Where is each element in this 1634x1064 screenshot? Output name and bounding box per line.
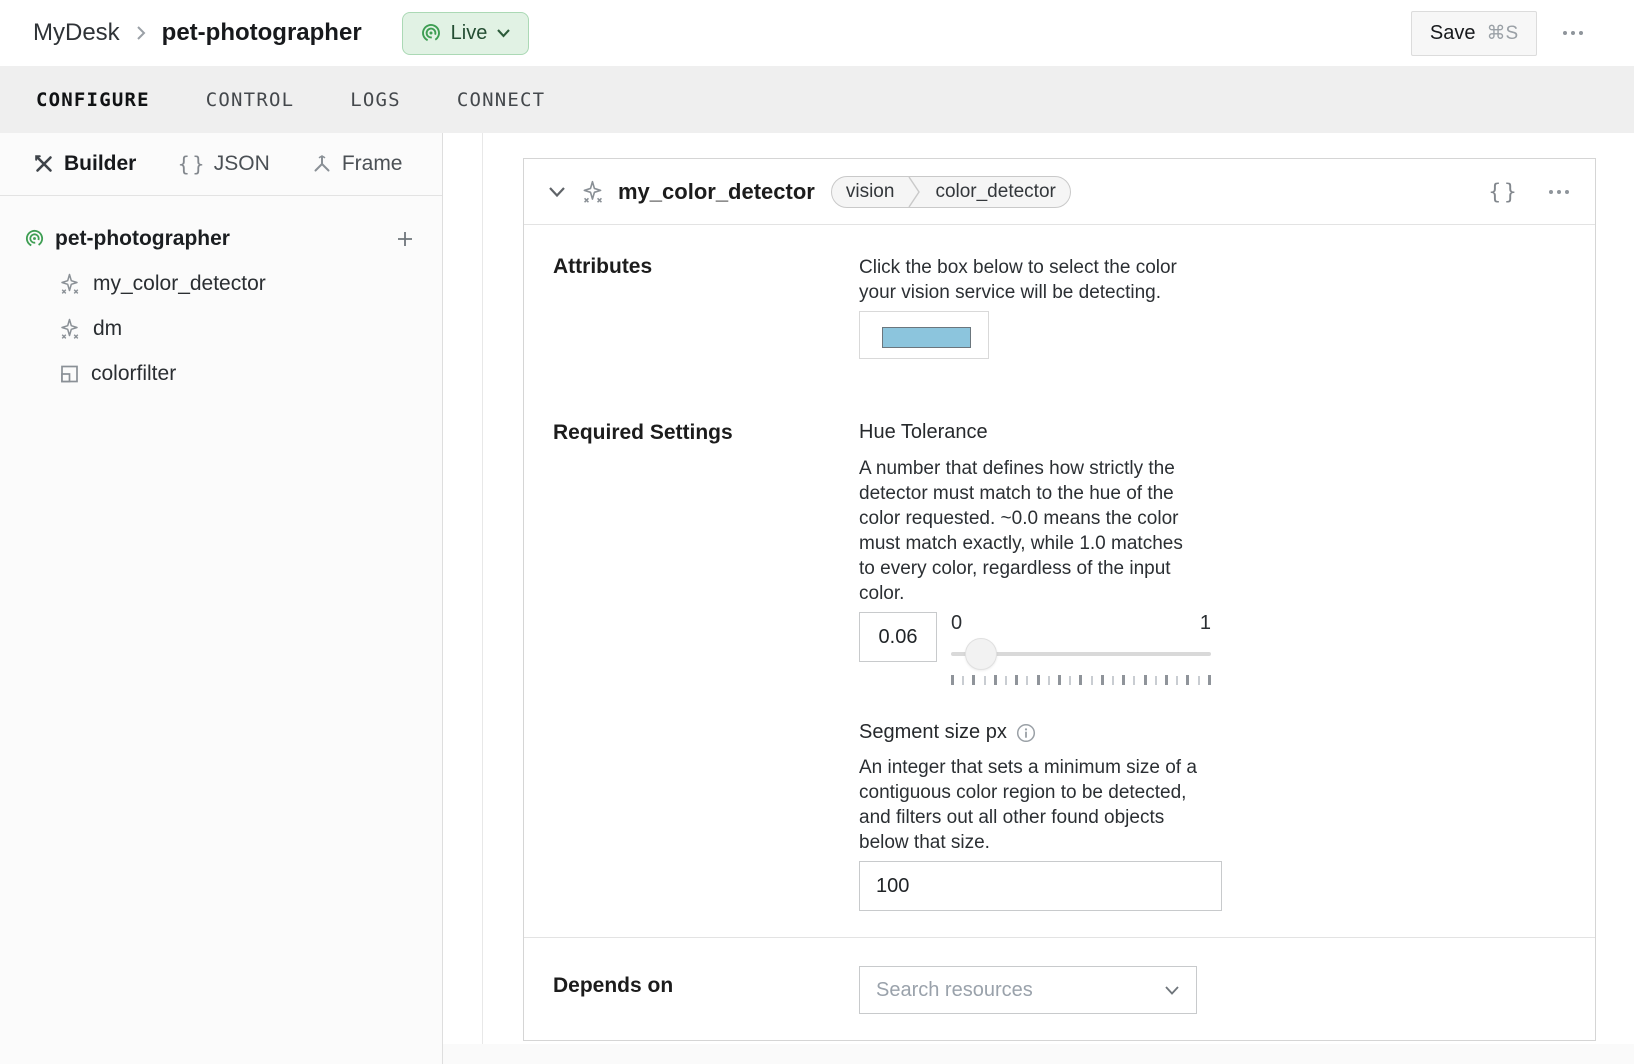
resource-type-badge: vision color_detector: [831, 176, 1071, 208]
hue-tolerance-slider: 0 1: [951, 612, 1211, 685]
main-scroll-area: my_color_detector vision color_detector …: [443, 133, 1634, 1064]
top-bar: MyDesk pet-photographer Live Save: [0, 0, 1634, 66]
attributes-description: Click the box below to select the color …: [859, 255, 1244, 305]
content-area: Builder { } JSON Frame: [0, 133, 1634, 1064]
card-header-actions: { }: [1488, 180, 1571, 204]
sidebar: Builder { } JSON Frame: [0, 133, 443, 1064]
info-icon[interactable]: [1016, 723, 1036, 743]
attributes-section: Attributes Click the box below to select…: [524, 225, 1595, 359]
view-tab-label: Builder: [64, 152, 136, 176]
save-label: Save: [1430, 22, 1476, 45]
segment-size-description: An integer that sets a minimum size of a…: [859, 755, 1244, 855]
depends-on-select[interactable]: Search resources: [859, 966, 1197, 1014]
selected-color-swatch: [882, 327, 971, 348]
segment-size-input[interactable]: [859, 861, 1222, 911]
slider-ticks: [951, 675, 1211, 685]
resource-card-my-color-detector: my_color_detector vision color_detector …: [523, 158, 1596, 1041]
slider-min-label: 0: [951, 612, 962, 637]
badge-model: color_detector: [921, 181, 1069, 203]
tab-connect[interactable]: CONNECT: [457, 89, 545, 111]
required-settings-section: Required Settings Hue Tolerance A number…: [524, 359, 1595, 911]
view-tab-frame[interactable]: Frame: [311, 152, 403, 176]
live-status-dropdown[interactable]: Live: [402, 12, 530, 55]
save-shortcut: ⌘S: [1486, 22, 1518, 45]
slider-range-labels: 0 1: [951, 612, 1211, 637]
sparkle-icon: [58, 317, 82, 341]
card-header: my_color_detector vision color_detector …: [524, 159, 1595, 225]
resource-tree: pet-photographer my_color_detector: [0, 196, 442, 396]
hue-tolerance-control: 0 1: [859, 612, 1595, 685]
tree-item-my-color-detector[interactable]: my_color_detector: [0, 261, 442, 306]
more-options-icon[interactable]: [1561, 25, 1585, 41]
depends-on-heading: Depends on: [553, 974, 859, 1014]
config-view-switcher: Builder { } JSON Frame: [0, 133, 442, 196]
tree-root-machine[interactable]: pet-photographer: [0, 216, 442, 261]
sparkle-icon: [58, 272, 82, 296]
tab-configure[interactable]: CONFIGURE: [36, 89, 150, 111]
hue-tolerance-label: Hue Tolerance: [859, 421, 1595, 444]
collapse-chevron-icon[interactable]: [548, 186, 566, 198]
color-picker-box[interactable]: [859, 311, 989, 359]
resource-title: my_color_detector: [618, 179, 815, 205]
live-label: Live: [451, 22, 488, 45]
tree-root-name: pet-photographer: [55, 227, 230, 251]
attributes-heading: Attributes: [553, 255, 859, 359]
segment-size-label: Segment size px: [859, 721, 1007, 744]
card-more-options-icon[interactable]: [1547, 184, 1571, 200]
required-settings-heading: Required Settings: [553, 421, 859, 911]
tab-logs[interactable]: LOGS: [350, 89, 401, 111]
save-button[interactable]: Save ⌘S: [1411, 11, 1537, 56]
machine-name: pet-photographer: [162, 19, 362, 47]
sparkle-icon: [580, 179, 606, 205]
hue-tolerance-input[interactable]: [859, 612, 937, 662]
depends-on-placeholder: Search resources: [876, 979, 1164, 1002]
tree-item-label: colorfilter: [91, 362, 176, 386]
live-icon: [420, 22, 442, 44]
hue-tolerance-description: A number that defines how strictly the d…: [859, 456, 1244, 606]
breadcrumb: MyDesk pet-photographer: [33, 19, 362, 47]
view-tab-label: JSON: [214, 152, 270, 176]
view-tab-builder[interactable]: Builder: [33, 152, 136, 176]
topbar-actions: Save ⌘S: [1411, 0, 1585, 66]
breadcrumb-root-link[interactable]: MyDesk: [33, 19, 120, 47]
slider-handle[interactable]: [965, 638, 997, 670]
tree-item-label: my_color_detector: [93, 272, 266, 296]
tools-icon: [33, 153, 55, 175]
component-icon: [58, 363, 80, 385]
slider-track-zone: [951, 637, 1211, 671]
tab-control[interactable]: CONTROL: [206, 89, 294, 111]
tree-item-label: dm: [93, 317, 122, 341]
chevron-down-icon: [496, 28, 511, 38]
app-window: MyDesk pet-photographer Live Save: [0, 0, 1634, 1064]
view-tab-json[interactable]: { } JSON: [177, 152, 269, 176]
edit-json-icon[interactable]: { }: [1488, 180, 1517, 204]
tree-item-colorfilter[interactable]: colorfilter: [0, 351, 442, 396]
badge-divider: [908, 176, 921, 208]
machine-icon: [24, 228, 45, 249]
primary-tabs: CONFIGURE CONTROL LOGS CONNECT: [0, 66, 1634, 133]
braces-icon: { }: [177, 152, 204, 176]
tree-item-dm[interactable]: dm: [0, 306, 442, 351]
frame-icon: [311, 153, 333, 175]
chevron-right-icon: [133, 23, 149, 43]
add-resource-icon[interactable]: [396, 230, 414, 248]
view-tab-label: Frame: [342, 152, 403, 176]
depends-on-section: Depends on Search resources: [524, 937, 1595, 1040]
badge-type: vision: [832, 181, 909, 203]
slider-max-label: 1: [1200, 612, 1211, 637]
chevron-down-icon: [1164, 985, 1180, 996]
